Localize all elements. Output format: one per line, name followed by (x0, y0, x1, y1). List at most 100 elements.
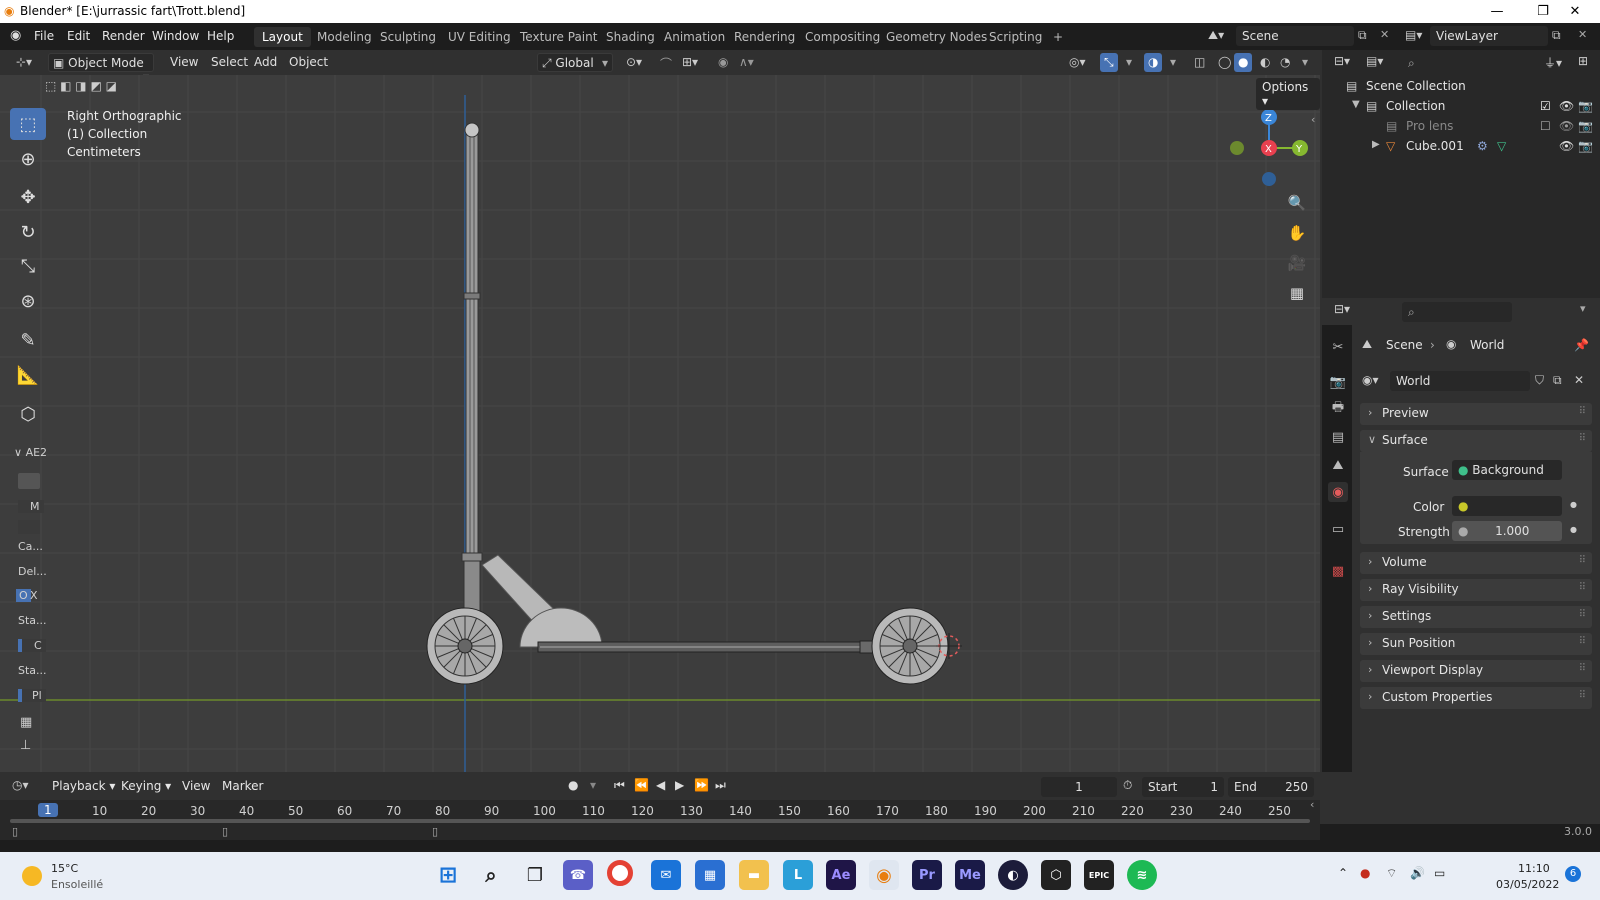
snap-target-icon[interactable]: ⊞▾ (678, 53, 702, 72)
timeline-editor-icon[interactable]: ◷▾ (12, 778, 29, 792)
next-keyframe-icon[interactable]: ⏩ (694, 778, 709, 792)
current-frame-indicator[interactable]: 1 (38, 803, 58, 817)
camera-view-icon[interactable]: 🎥 (1284, 250, 1310, 276)
outliner-item-collection[interactable]: ▼ ▤ Collection ☑ 👁 📷 (1322, 97, 1600, 117)
minimize-button[interactable]: — (1474, 0, 1520, 23)
overlay-toggle-icon[interactable]: ◑ (1144, 53, 1163, 72)
select-mode-icons[interactable]: ⬚ ◧ ◨ ◩ ◪ (45, 79, 117, 93)
chevron-up-icon[interactable]: ⌃ (1338, 866, 1348, 880)
play-reverse-icon[interactable]: ◀ (656, 778, 665, 792)
record-dropdown-icon[interactable]: ▾ (590, 778, 596, 792)
battery-icon[interactable]: ▭ (1434, 866, 1445, 880)
tab-shading[interactable]: Shading (598, 27, 663, 47)
menu-file[interactable]: File (34, 29, 54, 43)
keyframe-dot-icon[interactable]: ● (1570, 525, 1577, 534)
unlink-icon[interactable]: ✕ (1574, 373, 1584, 387)
display-mode-icon[interactable]: ▤▾ (1366, 54, 1383, 68)
options-button[interactable]: Options ▾ (1256, 78, 1320, 110)
start-frame-field[interactable]: Start 1 (1142, 777, 1224, 797)
scene-icon[interactable]: ⛰▾ (1208, 28, 1224, 43)
eye-icon[interactable]: 👁 (1559, 139, 1574, 153)
panel-viewport-display[interactable]: › Viewport Display ⠿ (1360, 660, 1592, 682)
addon-item-x[interactable]: X (30, 589, 38, 602)
timeline-scrollbar[interactable] (10, 819, 1310, 823)
timeline-collapse-icon[interactable]: ‹ (1310, 798, 1314, 811)
duplicate-icon[interactable]: ⧉ (1553, 373, 1562, 388)
eye-icon[interactable]: 👁 (1559, 119, 1574, 133)
addon-axis-icon[interactable]: ⊥ (20, 738, 31, 753)
remove-scene-icon[interactable]: ✕ (1380, 28, 1389, 41)
new-scene-icon[interactable]: ⧉ (1358, 28, 1367, 43)
view-layer-field[interactable]: ViewLayer (1430, 26, 1548, 46)
blender-menu-icon[interactable]: ◉ (10, 28, 21, 43)
transform-tool[interactable]: ⊛ (10, 285, 46, 317)
world-tab-icon[interactable]: ◉ (1328, 482, 1348, 502)
visibility-icon[interactable]: ◎▾ (1065, 53, 1090, 72)
addon-item-o[interactable]: O (16, 589, 31, 602)
tab-geometry-nodes[interactable]: Geometry Nodes (878, 27, 995, 47)
tab-uv-editing[interactable]: UV Editing (440, 27, 519, 47)
panel-ray-visibility[interactable]: › Ray Visibility ⠿ (1360, 579, 1592, 601)
annotate-tool[interactable]: ✎ (10, 324, 46, 356)
wireframe-shading-icon[interactable]: ◯ (1214, 53, 1235, 72)
menu-keying[interactable]: Keying ▾ (121, 779, 171, 793)
menu-add[interactable]: Add (250, 53, 281, 72)
clock-time[interactable]: 11:10 (1518, 862, 1550, 875)
addon-item-del[interactable]: Del... (18, 565, 47, 578)
tab-sculpting[interactable]: Sculpting (372, 27, 444, 47)
close-button[interactable]: ✕ (1552, 0, 1598, 23)
weather-temp[interactable]: 15°C (51, 862, 78, 875)
premiere-icon[interactable]: Pr (912, 860, 942, 890)
panel-custom-properties[interactable]: › Custom Properties ⠿ (1360, 687, 1592, 709)
outliner-search-field[interactable]: ⌕ (1402, 53, 1532, 73)
scene-tab-icon[interactable]: ⛰ (1328, 455, 1348, 475)
scale-tool[interactable]: ⤡ (10, 250, 46, 282)
after-effects-icon[interactable]: Ae (826, 860, 856, 890)
tab-layout[interactable]: Layout (254, 27, 311, 47)
world-browse-icon[interactable]: ◉▾ (1362, 373, 1379, 387)
teams-icon[interactable]: ☎ (563, 860, 593, 890)
checkbox-icon[interactable]: ☐ (1540, 119, 1551, 133)
texture-tab-icon[interactable]: ▩ (1328, 561, 1348, 581)
remove-view-layer-icon[interactable]: ✕ (1578, 28, 1587, 41)
view-layer-tab-icon[interactable]: ▤ (1328, 427, 1348, 447)
menu-timeline-view[interactable]: View (182, 779, 210, 793)
addon-item-ca[interactable]: Ca... (18, 540, 43, 553)
rotate-tool[interactable]: ↻ (10, 216, 46, 248)
camera-icon[interactable]: 📷 (1578, 99, 1593, 113)
measure-tool[interactable]: 📐 (10, 359, 46, 391)
solid-shading-icon[interactable]: ● (1234, 53, 1253, 72)
store-icon[interactable]: ▦ (695, 860, 725, 890)
menu-help[interactable]: Help (207, 29, 234, 43)
tool-tab-icon[interactable]: ✂ (1328, 337, 1348, 357)
addon-item-m[interactable]: M (18, 500, 44, 513)
menu-select[interactable]: Select (207, 53, 252, 72)
stopwatch-icon[interactable]: ⏱ (1123, 778, 1132, 793)
addon-swatch[interactable] (18, 473, 40, 489)
cursor-tool[interactable]: ⊕ (10, 143, 46, 175)
notification-badge[interactable]: 6 (1565, 866, 1581, 882)
file-explorer-icon[interactable]: ▬ (739, 860, 769, 890)
jump-end-icon[interactable]: ⏭ (715, 778, 726, 793)
blender-icon[interactable]: ◉ (869, 860, 899, 890)
volume-icon[interactable]: 🔊 (1410, 866, 1425, 880)
menu-window[interactable]: Window (152, 29, 199, 43)
wifi-icon[interactable]: ⌔ (1386, 866, 1397, 881)
pin-icon[interactable]: 📌 (1574, 338, 1589, 352)
ortho-grid-icon[interactable]: ▦ (1284, 280, 1310, 306)
tab-texture-paint[interactable]: Texture Paint (512, 27, 605, 47)
cinema4d-icon[interactable]: ◐ (998, 860, 1028, 890)
pan-hand-icon[interactable]: ✋ (1284, 220, 1310, 246)
panel-preview[interactable]: › Preview ⠿ (1360, 403, 1592, 425)
eye-icon[interactable]: 👁 (1559, 99, 1574, 113)
proportional-edit-icon[interactable]: ◉ (714, 53, 732, 72)
chevron-right-icon[interactable]: ▶ (1372, 139, 1380, 150)
menu-playback[interactable]: Playback ▾ (52, 779, 115, 793)
xray-icon[interactable]: ◫ (1190, 53, 1209, 72)
camera-icon[interactable]: 📷 (1578, 139, 1593, 153)
prev-keyframe-icon[interactable]: ⏪ (634, 778, 649, 792)
add-workspace-button[interactable]: + (1045, 27, 1071, 47)
rendered-shading-icon[interactable]: ◔ (1276, 53, 1294, 72)
clock-date[interactable]: 03/05/2022 (1496, 878, 1559, 891)
outliner-item-cube[interactable]: ▶ ▽ Cube.001 ⚙ ▽ 👁 📷 (1322, 137, 1600, 157)
